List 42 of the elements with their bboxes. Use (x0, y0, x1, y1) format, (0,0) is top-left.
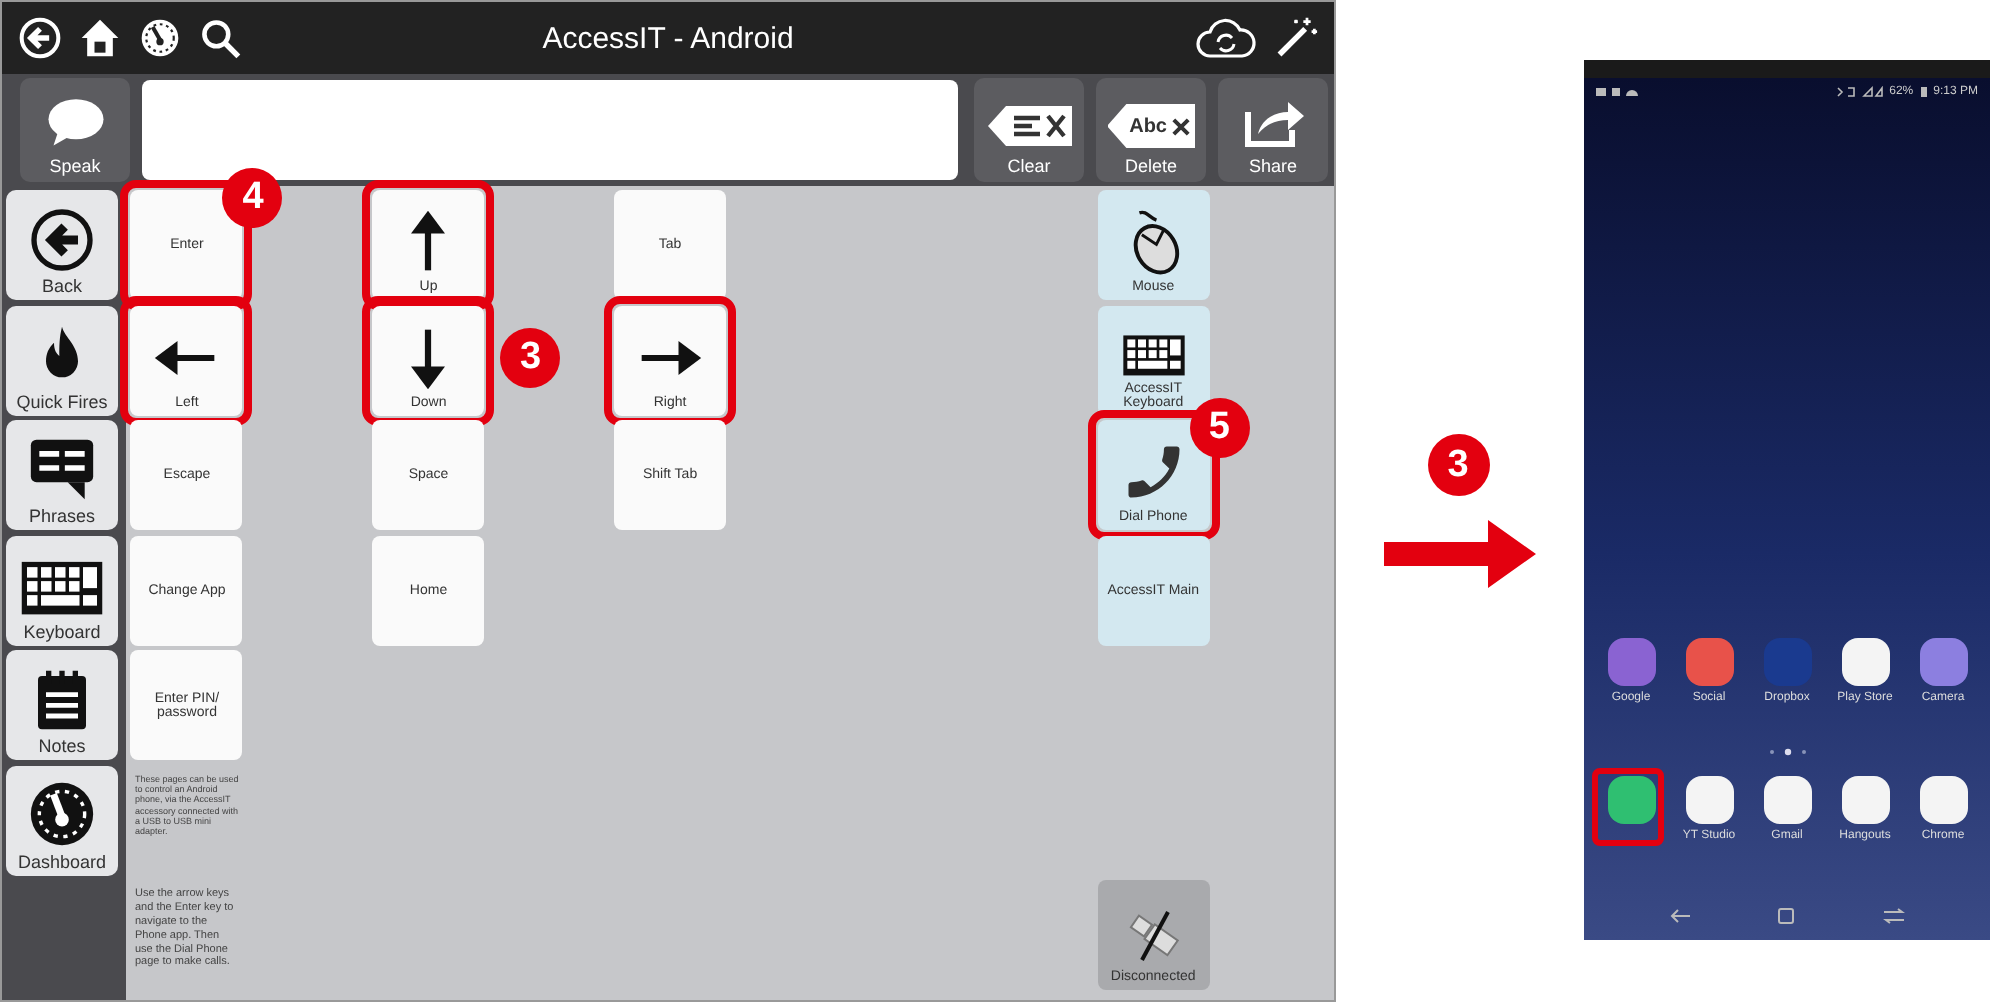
share-button[interactable]: Share (1218, 78, 1328, 182)
share-icon (1241, 96, 1305, 148)
clear-text-icon (985, 104, 1073, 148)
search-icon (198, 16, 242, 60)
app-icon[interactable] (1841, 776, 1889, 824)
back-icon (30, 208, 94, 272)
battery-icon (1919, 86, 1928, 98)
step-badge: 3 (500, 327, 561, 387)
sidebar-button[interactable]: Phrases (6, 420, 118, 530)
speak-button[interactable]: Speak (20, 78, 130, 182)
signal-icons (1835, 86, 1884, 98)
back-icon[interactable] (1667, 908, 1692, 924)
app-icon[interactable] (1763, 776, 1811, 824)
sidebar-button[interactable]: Keyboard (6, 535, 118, 645)
right-arrow-icon (1384, 520, 1536, 588)
magic-wand-icon (1274, 16, 1318, 60)
cloud-sync-icon (1194, 16, 1258, 60)
app-icon[interactable] (1919, 776, 1967, 824)
recent-apps-icon[interactable] (1882, 908, 1907, 924)
window-title: AccessIT - Android (542, 21, 794, 55)
page-indicator-icon (1767, 748, 1807, 756)
gauge-icon (138, 16, 182, 60)
speech-bubble-icon (45, 98, 105, 148)
keyboard-icon (1121, 334, 1186, 377)
x-mark-icon (1171, 117, 1189, 135)
step-badge: 3 (1427, 434, 1489, 496)
delete-button[interactable]: Abc Delete (1096, 78, 1206, 182)
clear-button[interactable]: Clear (974, 78, 1084, 182)
sidebar-button[interactable]: Notes (6, 650, 118, 760)
keyboard-icon (20, 560, 104, 617)
app-icon[interactable] (1685, 776, 1733, 824)
notification-icons (1596, 86, 1640, 98)
sidebar-button[interactable]: Quick Fires (6, 305, 118, 415)
app-icon[interactable] (1841, 638, 1889, 686)
home-icon[interactable] (1778, 908, 1795, 924)
back-icon (18, 16, 62, 60)
home-icon (78, 16, 122, 60)
speech-box-icon (28, 434, 96, 502)
gauge-icon (28, 779, 96, 847)
delete-text-icon: Abc (1107, 104, 1195, 148)
sidebar-button[interactable]: Dashboard (6, 765, 118, 875)
sidebar-button[interactable]: Back (6, 190, 118, 300)
